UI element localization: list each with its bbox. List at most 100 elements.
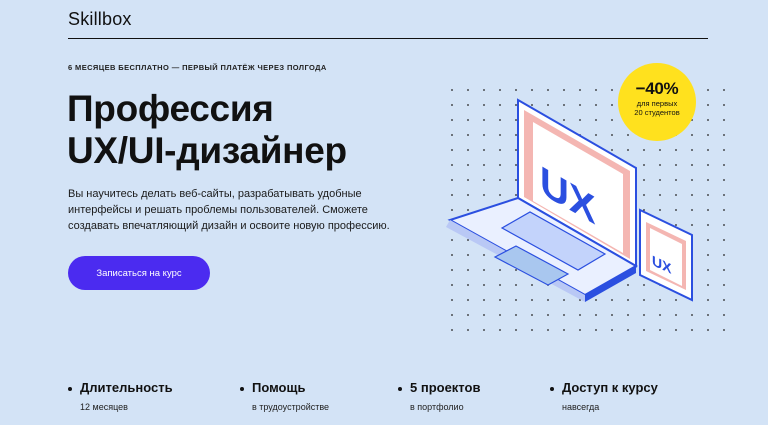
grid-dot (611, 329, 613, 331)
grid-dot (483, 314, 485, 316)
grid-dot (563, 104, 565, 106)
grid-dot (531, 314, 533, 316)
laptop-icon: UX (446, 98, 639, 302)
grid-dot (707, 209, 709, 211)
grid-dot (707, 284, 709, 286)
grid-dot (499, 299, 501, 301)
grid-dot (483, 104, 485, 106)
grid-dot (451, 239, 453, 241)
grid-dot (675, 299, 677, 301)
grid-dot (547, 89, 549, 91)
grid-dot (451, 329, 453, 331)
fact-subtitle: 12 месяцев (80, 402, 128, 412)
grid-dot (483, 194, 485, 196)
desc-line-1: Вы научитесь делать веб-сайты, разрабаты… (68, 188, 362, 200)
desc-line-3: создавать впечатляющий дизайн и освоите … (68, 220, 390, 232)
grid-dot (707, 299, 709, 301)
grid-dot (467, 89, 469, 91)
grid-dot (499, 284, 501, 286)
grid-dot (659, 329, 661, 331)
grid-dot (707, 239, 709, 241)
grid-dot (691, 149, 693, 151)
grid-dot (451, 194, 453, 196)
grid-dot (675, 329, 677, 331)
grid-dot (627, 314, 629, 316)
grid-dot (595, 104, 597, 106)
grid-dot (691, 179, 693, 181)
grid-dot (723, 209, 725, 211)
grid-dot (707, 119, 709, 121)
grid-dot (659, 299, 661, 301)
grid-dot (499, 164, 501, 166)
grid-dot (659, 164, 661, 166)
grid-dot (467, 119, 469, 121)
grid-dot (707, 179, 709, 181)
grid-dot (643, 299, 645, 301)
grid-dot (451, 119, 453, 121)
grid-dot (515, 179, 517, 181)
bullet-icon (68, 386, 72, 391)
grid-dot (723, 329, 725, 331)
grid-dot (643, 194, 645, 196)
grid-dot (499, 134, 501, 136)
course-description: Вы научитесь делать веб-сайты, разрабаты… (68, 186, 390, 234)
grid-dot (547, 104, 549, 106)
grid-dot (531, 299, 533, 301)
grid-dot (723, 254, 725, 256)
grid-dot (707, 149, 709, 151)
grid-dot (723, 299, 725, 301)
promo-eyebrow: 6 месяцев бесплатно — первый платёж чере… (68, 63, 327, 72)
grid-dot (659, 314, 661, 316)
grid-dot (707, 224, 709, 226)
grid-dot (499, 179, 501, 181)
grid-dot (499, 329, 501, 331)
grid-dot (515, 284, 517, 286)
grid-dot (467, 254, 469, 256)
grid-dot (451, 269, 453, 271)
grid-dot (451, 134, 453, 136)
grid-dot (547, 299, 549, 301)
grid-dot (467, 239, 469, 241)
grid-dot (595, 134, 597, 136)
grid-dot (467, 314, 469, 316)
enroll-button[interactable]: Записаться на курс (68, 256, 210, 290)
grid-dot (595, 119, 597, 121)
fact-title: Доступ к курсу (562, 380, 658, 395)
grid-dot (467, 299, 469, 301)
fact-access: Доступ к курсу навсегда (550, 380, 658, 412)
grid-dot (691, 224, 693, 226)
phone-icon: UX (639, 208, 693, 302)
discount-percent: −40% (635, 79, 679, 98)
grid-dot (563, 299, 565, 301)
grid-dot (723, 149, 725, 151)
grid-dot (515, 329, 517, 331)
discount-badge: −40% для первых 20 студентов (618, 63, 696, 141)
grid-dot (467, 209, 469, 211)
grid-dot (563, 314, 565, 316)
grid-dot (531, 104, 533, 106)
grid-dot (515, 164, 517, 166)
grid-dot (483, 89, 485, 91)
grid-dot (723, 269, 725, 271)
bullet-icon (240, 386, 244, 391)
grid-dot (483, 179, 485, 181)
grid-dot (499, 149, 501, 151)
grid-dot (531, 89, 533, 91)
skillbox-logo[interactable]: Skillbox (68, 9, 132, 30)
grid-dot (707, 134, 709, 136)
grid-dot (643, 284, 645, 286)
bullet-icon (398, 386, 402, 391)
grid-dot (483, 119, 485, 121)
grid-dot (675, 194, 677, 196)
fact-title: 5 проектов (410, 380, 481, 395)
grid-dot (643, 149, 645, 151)
grid-dot (483, 269, 485, 271)
grid-dot (451, 284, 453, 286)
grid-dot (659, 179, 661, 181)
grid-dot (515, 119, 517, 121)
grid-dot (611, 134, 613, 136)
grid-dot (547, 314, 549, 316)
grid-dot (691, 209, 693, 211)
grid-dot (659, 149, 661, 151)
grid-dot (691, 134, 693, 136)
